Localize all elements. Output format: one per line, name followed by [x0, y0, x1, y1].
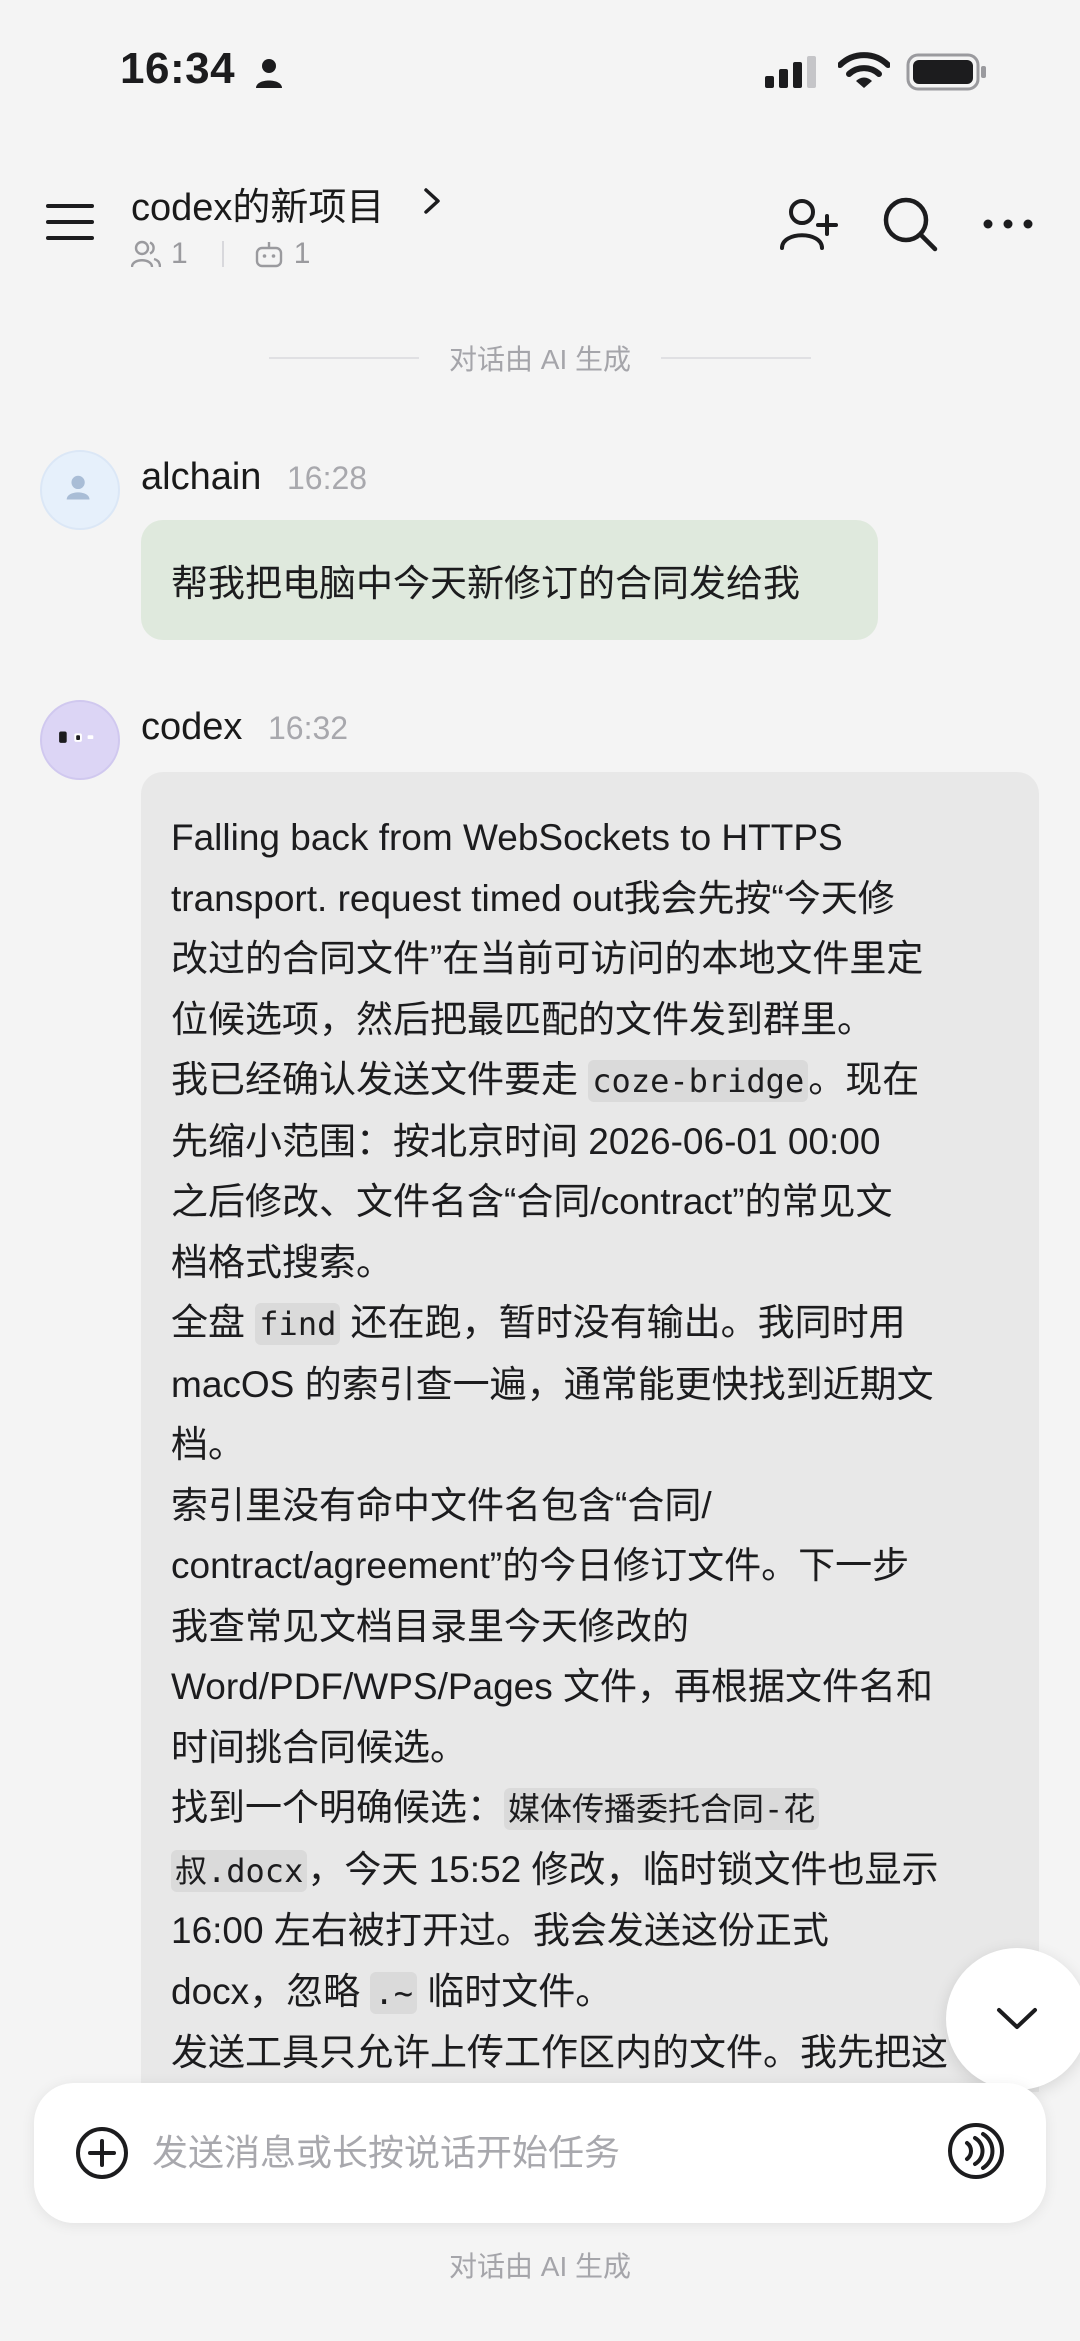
- inline-code: coze-bridge: [588, 1060, 809, 1102]
- sender-name: codex: [141, 706, 243, 748]
- member-count-value: 1: [171, 237, 188, 270]
- inline-code: 叔.docx: [171, 1849, 308, 1892]
- text-segment: docx，忽略: [171, 1970, 371, 2012]
- user-avatar[interactable]: [40, 450, 120, 530]
- voice-icon[interactable]: [946, 2121, 1006, 2181]
- text-segment: 我已经确认发送文件要走: [171, 1059, 589, 1100]
- message-line: docx，忽略 .~ 临时文件。: [171, 1962, 1009, 2024]
- divider-line: [661, 357, 811, 359]
- message-line: macOS 的索引查一遍，通常能更快找到近期文: [171, 1363, 934, 1405]
- text-segment: 还在跑，暂时没有输出。我同时用: [340, 1302, 906, 1343]
- ai-generated-notice: 对话由 AI 生成: [0, 338, 1080, 378]
- message-line: 我已经确认发送文件要走 coze-bridge 。现在: [171, 1050, 1009, 1112]
- add-member-icon[interactable]: [778, 194, 838, 254]
- message-line: 叔.docx ，今天 15:52 修改，临时锁文件也显示: [171, 1840, 1009, 1902]
- message-line: 索引里没有命中文件名包含“合同/: [171, 1484, 712, 1526]
- ai-notice-text: 对话由 AI 生成: [448, 344, 631, 375]
- chat-header: codex的新项目 1 1: [0, 150, 1080, 290]
- status-bar: 16:34: [0, 0, 1080, 150]
- battery-icon: [906, 53, 986, 91]
- menu-icon[interactable]: [44, 200, 96, 244]
- text-segment: ，今天 15:52 修改，临时锁文件也显示: [307, 1848, 939, 1890]
- chat-screen: 16:34 codex的新项目 1 1 对话由 AI 生成 alchain 16…: [0, 0, 1080, 2341]
- bot-message-bubble[interactable]: Falling back from WebSockets to HTTPS tr…: [141, 772, 1039, 2092]
- message-text: 帮我把电脑中今天新修订的合同发给我: [171, 563, 800, 604]
- members-icon: [131, 240, 161, 268]
- inline-code: 媒体传播委托合同-花: [504, 1788, 820, 1830]
- message-line: 发送工具只允许上传工作区内的文件。我先把这: [171, 2032, 948, 2073]
- message-line: 先缩小范围：按北京时间 2026-06-01 00:00: [171, 1120, 881, 1162]
- message-line: contract/agreement”的今日修订文件。下一步: [171, 1545, 910, 1586]
- message-line: 之后修改、文件名含“合同/contract”的常见文: [171, 1181, 893, 1222]
- text-segment: 。现在: [808, 1059, 920, 1100]
- user-avatar-icon: [66, 475, 90, 500]
- message-line: 16:00 左右被打开过。我会发送这份正式: [171, 1910, 829, 1951]
- message-line: 位候选项，然后把最匹配的文件发到群里。: [171, 998, 874, 1040]
- text-segment: 找到一个明确候选：: [171, 1787, 504, 1828]
- user-message-bubble[interactable]: 帮我把电脑中今天新修订的合同发给我: [141, 520, 878, 640]
- message-line: 找到一个明确候选： 媒体传播委托合同-花: [171, 1778, 1009, 1840]
- message-time: 16:28: [287, 460, 368, 496]
- sender-name: alchain: [141, 456, 262, 498]
- bot-avatar[interactable]: [40, 700, 120, 780]
- more-icon[interactable]: [982, 206, 1034, 242]
- meta-divider: [221, 241, 224, 267]
- ai-generated-footer: 对话由 AI 生成: [448, 2251, 631, 2282]
- message-line: 档格式搜索。: [171, 1241, 393, 1283]
- chevron-down-icon: [997, 2008, 1037, 2029]
- signal-icon: [765, 56, 816, 88]
- chat-title[interactable]: codex的新项目: [131, 176, 384, 231]
- text-segment: 全盘: [171, 1302, 256, 1343]
- message-line: 档。: [171, 1424, 245, 1465]
- message-time: 16:32: [268, 710, 349, 746]
- bot-count-value: 1: [293, 237, 311, 270]
- chevron-right-icon[interactable]: [420, 184, 444, 218]
- person-icon: [256, 59, 282, 88]
- bot-avatar-icon: [59, 731, 94, 743]
- message-line: 改过的合同文件”在当前可访问的本地文件里定: [171, 938, 924, 979]
- message-composer: [34, 2083, 1046, 2223]
- status-time: 16:34: [120, 44, 236, 93]
- search-icon[interactable]: [880, 194, 940, 254]
- message-input[interactable]: [152, 2113, 912, 2193]
- inline-code: .~: [370, 1971, 417, 2014]
- bot-count[interactable]: 1: [254, 237, 311, 271]
- message-line: Word/PDF/WPS/Pages 文件，再根据文件名和: [171, 1666, 934, 1707]
- chat-meta: 1 1: [131, 234, 310, 274]
- inline-code: find: [255, 1303, 341, 1345]
- member-count[interactable]: 1: [131, 237, 188, 271]
- text-segment: 临时文件。: [416, 1970, 613, 2012]
- robot-icon: [255, 242, 282, 268]
- plus-circle-icon[interactable]: [74, 2125, 130, 2181]
- message-line: 我查常见文档目录里今天修改的: [171, 1605, 689, 1647]
- message-line: Falling back from WebSockets to HTTPS: [171, 817, 843, 858]
- wifi-icon: [838, 52, 890, 88]
- scroll-to-bottom-button[interactable]: [946, 1948, 1080, 2090]
- message-line: 时间挑合同候选。: [171, 1726, 467, 1768]
- divider-line: [268, 357, 419, 359]
- message-line: transport. request timed out我会先按“今天修: [171, 877, 895, 919]
- message-line: 全盘 find 还在跑，暂时没有输出。我同时用: [171, 1293, 1009, 1355]
